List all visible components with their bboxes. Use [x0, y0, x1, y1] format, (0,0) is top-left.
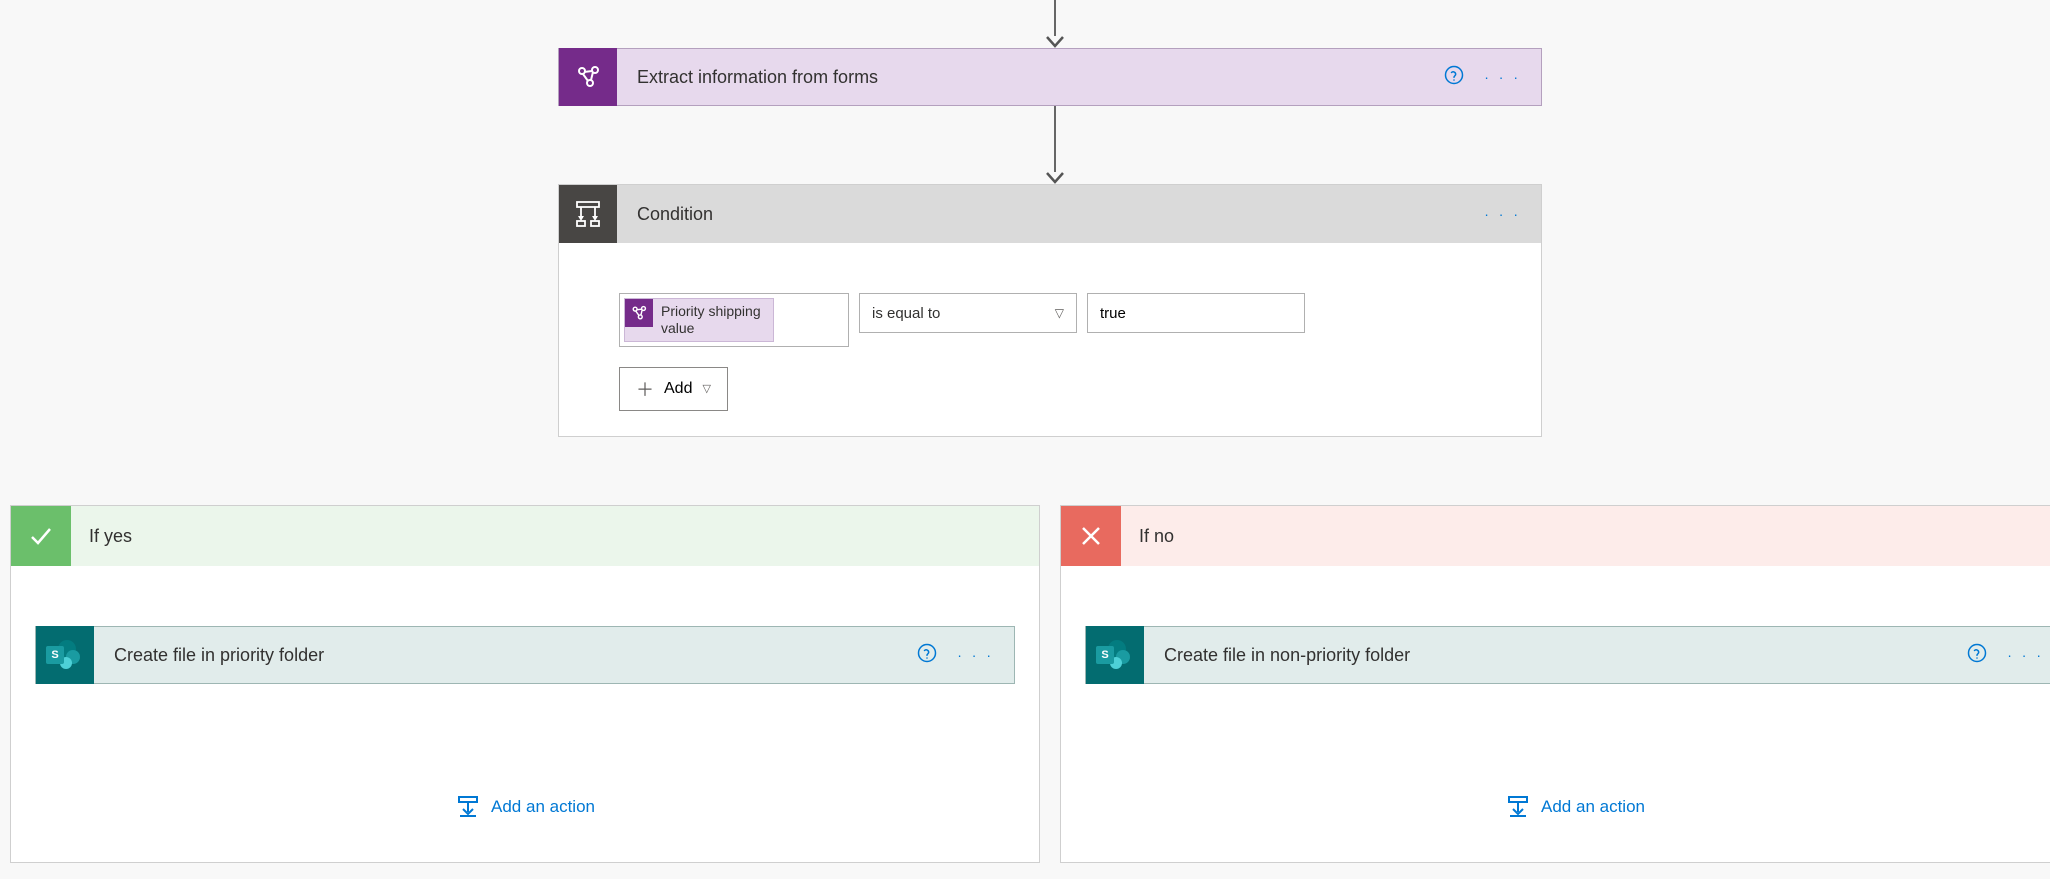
- action-title: Create file in priority folder: [114, 645, 917, 666]
- condition-icon: [559, 185, 617, 243]
- add-action-label: Add an action: [491, 797, 595, 817]
- chevron-down-icon: ▽: [1055, 306, 1064, 320]
- more-menu-icon[interactable]: · · ·: [1484, 206, 1521, 222]
- chevron-down-icon: ▽: [702, 382, 710, 395]
- condition-left-operand[interactable]: Priority shipping value: [619, 293, 849, 347]
- if-no-header[interactable]: If no: [1061, 506, 2050, 566]
- condition-card: Condition · · · Priority shipping value: [558, 184, 1542, 437]
- condition-value-input[interactable]: [1087, 293, 1305, 333]
- create-file-nonpriority-card[interactable]: S Create file in non-priority folder · ·…: [1085, 626, 2050, 684]
- operator-label: is equal to: [872, 305, 940, 322]
- dynamic-content-token[interactable]: Priority shipping value: [624, 298, 774, 342]
- sharepoint-icon: S: [36, 626, 94, 684]
- more-menu-icon[interactable]: · · ·: [957, 647, 994, 663]
- help-icon[interactable]: [1967, 643, 1987, 668]
- sharepoint-icon: S: [1086, 626, 1144, 684]
- extract-action-card[interactable]: Extract information from forms · · ·: [558, 48, 1542, 106]
- action-title: Create file in non-priority folder: [1164, 645, 1967, 666]
- if-no-branch: If no S Create file in non-priority fold…: [1060, 505, 2050, 863]
- add-label: Add: [664, 380, 692, 398]
- help-icon[interactable]: [917, 643, 937, 668]
- ai-builder-icon: [559, 48, 617, 106]
- token-label: Priority shipping value: [653, 299, 773, 341]
- if-yes-header[interactable]: If yes: [11, 506, 1039, 566]
- close-icon: [1061, 506, 1121, 566]
- condition-row: Priority shipping value is equal to ▽: [619, 293, 1481, 347]
- add-action-label: Add an action: [1541, 797, 1645, 817]
- connector-arrow: [1046, 0, 1064, 48]
- plus-icon: ＋: [636, 376, 654, 402]
- more-menu-icon[interactable]: · · ·: [2007, 647, 2044, 663]
- add-condition-button[interactable]: ＋ Add ▽: [619, 367, 728, 411]
- if-yes-title: If yes: [89, 526, 132, 547]
- if-yes-branch: If yes S Create file in priority folder …: [10, 505, 1040, 863]
- ai-builder-icon: [625, 299, 653, 327]
- if-no-title: If no: [1139, 526, 1174, 547]
- more-menu-icon[interactable]: · · ·: [1484, 69, 1521, 85]
- condition-title: Condition: [637, 204, 1484, 225]
- add-action-button[interactable]: Add an action: [1061, 794, 2050, 820]
- condition-header[interactable]: Condition · · ·: [559, 185, 1541, 243]
- add-action-button[interactable]: Add an action: [11, 794, 1039, 820]
- condition-operator-dropdown[interactable]: is equal to ▽: [859, 293, 1077, 333]
- extract-title: Extract information from forms: [637, 67, 1444, 88]
- create-file-priority-card[interactable]: S Create file in priority folder · · ·: [35, 626, 1015, 684]
- help-icon[interactable]: [1444, 65, 1464, 90]
- check-icon: [11, 506, 71, 566]
- connector-arrow: [1046, 106, 1064, 184]
